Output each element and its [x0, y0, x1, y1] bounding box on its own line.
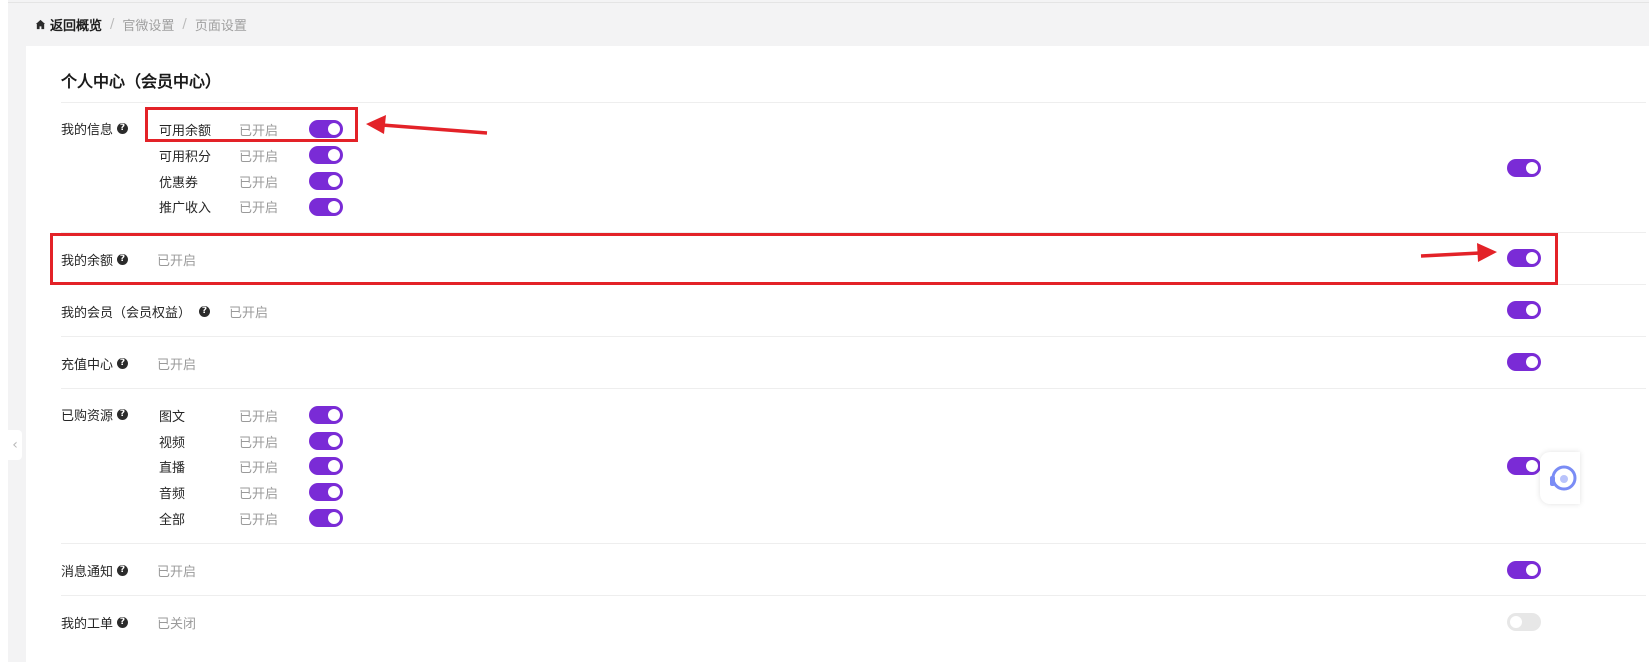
arrow-to-available-balance — [366, 115, 488, 135]
customer-service-button[interactable] — [1540, 452, 1580, 504]
arrow-to-my-balance-toggle — [1420, 243, 1497, 262]
annotation-arrows — [366, 115, 1497, 262]
headset-icon — [1550, 465, 1577, 491]
